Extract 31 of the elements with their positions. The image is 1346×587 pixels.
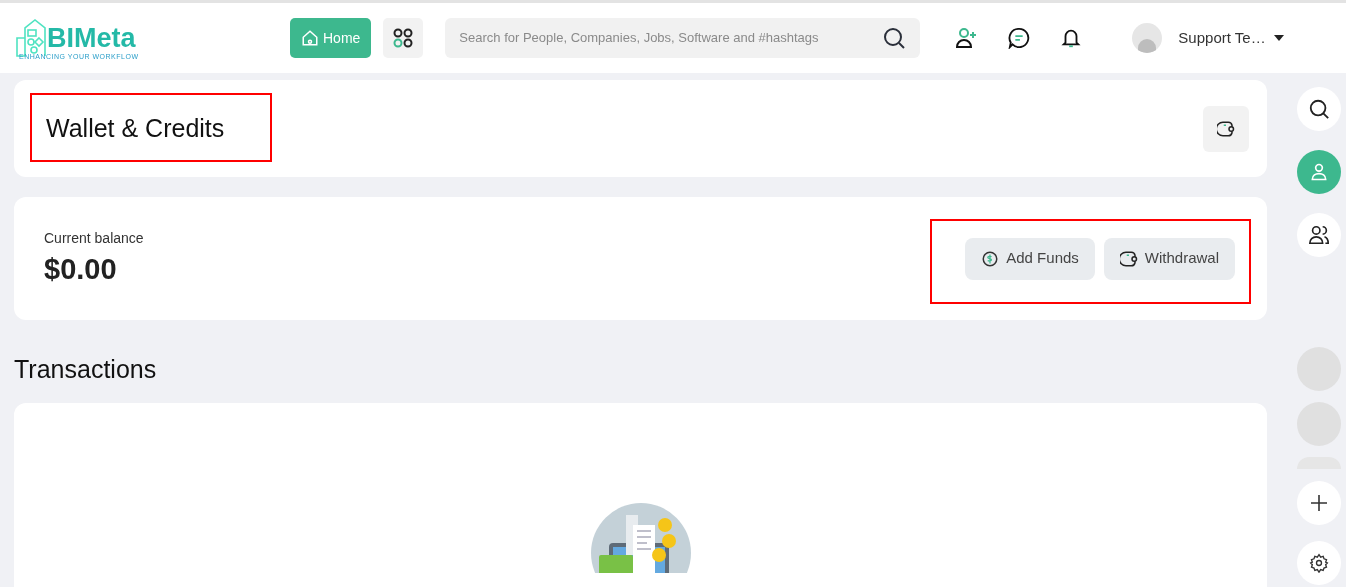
settings-icon: [1309, 553, 1329, 573]
search-rail-button[interactable]: [1297, 87, 1341, 131]
balance-label: Current balance: [44, 229, 144, 248]
add-funds-button[interactable]: Add Funds: [965, 237, 1095, 280]
wallet-icon: [1119, 249, 1138, 268]
plus-icon: [1310, 494, 1328, 512]
apps-icon: [392, 27, 415, 49]
search-bar[interactable]: Search for People, Companies, Jobs, Software and #hashtags: [445, 18, 921, 58]
search-icon: [882, 26, 907, 50]
page-title: Wallet & Credits: [46, 112, 225, 144]
apps-button[interactable]: [383, 18, 424, 58]
bell-icon[interactable]: [1060, 27, 1083, 49]
search-field[interactable]: Search for People, Companies, Jobs, Software and #hashtags: [459, 28, 860, 48]
dollar-icon: [981, 249, 1000, 268]
wallet-icon: [1217, 119, 1235, 138]
section-title: Transactions: [14, 354, 158, 384]
add-user-icon[interactable]: [954, 26, 979, 50]
settings-button[interactable]: [1297, 541, 1341, 585]
search-icon: [1308, 98, 1330, 120]
home-icon: [301, 29, 319, 47]
logo-name: BIMeta: [47, 24, 136, 52]
user-icon: [1309, 162, 1329, 182]
people-icon: [1308, 224, 1330, 246]
people-rail-button[interactable]: [1297, 213, 1341, 257]
user-name[interactable]: Support Te…: [1178, 26, 1266, 50]
wallet-button[interactable]: [1203, 105, 1249, 152]
chat-icon[interactable]: [1008, 27, 1031, 49]
withdrawal-button[interactable]: Withdrawal: [1103, 237, 1235, 280]
balance-amount: $0.00: [44, 252, 118, 287]
caret-icon[interactable]: [1273, 35, 1284, 41]
add-button[interactable]: [1297, 481, 1341, 525]
